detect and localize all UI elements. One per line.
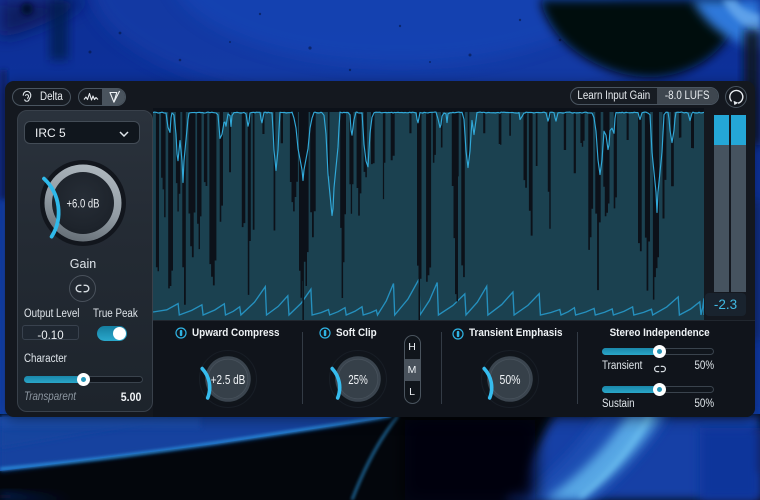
- svg-text:+6.0 dB: +6.0 dB: [67, 199, 100, 211]
- svg-text:+2.5 dB: +2.5 dB: [211, 372, 246, 387]
- svg-text:25%: 25%: [348, 372, 368, 387]
- svg-text:50%: 50%: [500, 372, 521, 387]
